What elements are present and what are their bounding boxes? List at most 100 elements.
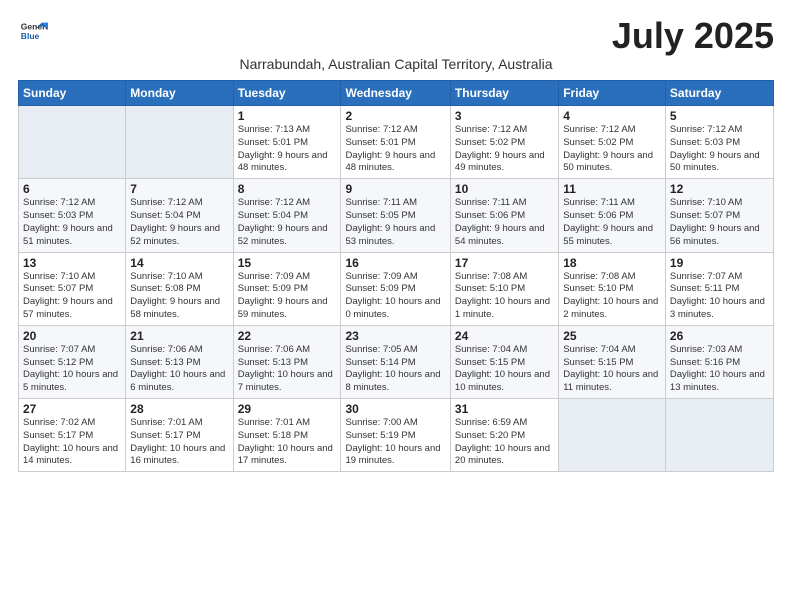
svg-text:Blue: Blue [21, 31, 40, 41]
day-number: 1 [238, 109, 337, 123]
day-info: Sunrise: 7:11 AM Sunset: 5:05 PM Dayligh… [345, 197, 445, 248]
calendar-cell: 9Sunrise: 7:11 AM Sunset: 5:05 PM Daylig… [341, 179, 450, 252]
day-info: Sunrise: 7:12 AM Sunset: 5:04 PM Dayligh… [238, 197, 337, 248]
logo-icon: General Blue [20, 18, 48, 46]
day-number: 19 [670, 256, 769, 270]
header: General Blue July 2025 [18, 18, 774, 54]
calendar-cell: 17Sunrise: 7:08 AM Sunset: 5:10 PM Dayli… [450, 252, 558, 325]
calendar-cell: 30Sunrise: 7:00 AM Sunset: 5:19 PM Dayli… [341, 399, 450, 472]
day-number: 15 [238, 256, 337, 270]
calendar-cell: 26Sunrise: 7:03 AM Sunset: 5:16 PM Dayli… [665, 325, 773, 398]
day-info: Sunrise: 7:09 AM Sunset: 5:09 PM Dayligh… [238, 271, 337, 322]
day-number: 20 [23, 329, 121, 343]
day-info: Sunrise: 7:06 AM Sunset: 5:13 PM Dayligh… [130, 344, 228, 395]
day-info: Sunrise: 7:07 AM Sunset: 5:12 PM Dayligh… [23, 344, 121, 395]
calendar-cell [126, 106, 233, 179]
day-number: 16 [345, 256, 445, 270]
day-info: Sunrise: 7:12 AM Sunset: 5:03 PM Dayligh… [23, 197, 121, 248]
day-number: 12 [670, 182, 769, 196]
day-info: Sunrise: 7:09 AM Sunset: 5:09 PM Dayligh… [345, 271, 445, 322]
day-number: 24 [455, 329, 554, 343]
day-info: Sunrise: 7:03 AM Sunset: 5:16 PM Dayligh… [670, 344, 769, 395]
calendar-cell: 27Sunrise: 7:02 AM Sunset: 5:17 PM Dayli… [19, 399, 126, 472]
subtitle: Narrabundah, Australian Capital Territor… [18, 56, 774, 72]
calendar-cell: 29Sunrise: 7:01 AM Sunset: 5:18 PM Dayli… [233, 399, 341, 472]
day-info: Sunrise: 7:08 AM Sunset: 5:10 PM Dayligh… [563, 271, 661, 322]
header-tuesday: Tuesday [233, 81, 341, 106]
day-number: 4 [563, 109, 661, 123]
day-number: 3 [455, 109, 554, 123]
header-wednesday: Wednesday [341, 81, 450, 106]
calendar-cell: 2Sunrise: 7:12 AM Sunset: 5:01 PM Daylig… [341, 106, 450, 179]
calendar-cell: 23Sunrise: 7:05 AM Sunset: 5:14 PM Dayli… [341, 325, 450, 398]
header-sunday: Sunday [19, 81, 126, 106]
calendar-cell: 14Sunrise: 7:10 AM Sunset: 5:08 PM Dayli… [126, 252, 233, 325]
day-info: Sunrise: 7:12 AM Sunset: 5:02 PM Dayligh… [455, 124, 554, 175]
day-info: Sunrise: 7:13 AM Sunset: 5:01 PM Dayligh… [238, 124, 337, 175]
calendar-cell: 8Sunrise: 7:12 AM Sunset: 5:04 PM Daylig… [233, 179, 341, 252]
day-info: Sunrise: 7:12 AM Sunset: 5:03 PM Dayligh… [670, 124, 769, 175]
calendar-cell: 3Sunrise: 7:12 AM Sunset: 5:02 PM Daylig… [450, 106, 558, 179]
day-info: Sunrise: 7:10 AM Sunset: 5:08 PM Dayligh… [130, 271, 228, 322]
page: General Blue July 2025 Narrabundah, Aust… [0, 0, 792, 612]
day-number: 18 [563, 256, 661, 270]
day-number: 11 [563, 182, 661, 196]
day-number: 7 [130, 182, 228, 196]
day-number: 28 [130, 402, 228, 416]
day-number: 31 [455, 402, 554, 416]
calendar-cell: 21Sunrise: 7:06 AM Sunset: 5:13 PM Dayli… [126, 325, 233, 398]
day-number: 9 [345, 182, 445, 196]
day-info: Sunrise: 6:59 AM Sunset: 5:20 PM Dayligh… [455, 417, 554, 468]
calendar-cell: 24Sunrise: 7:04 AM Sunset: 5:15 PM Dayli… [450, 325, 558, 398]
day-info: Sunrise: 7:12 AM Sunset: 5:02 PM Dayligh… [563, 124, 661, 175]
day-info: Sunrise: 7:00 AM Sunset: 5:19 PM Dayligh… [345, 417, 445, 468]
calendar-cell: 12Sunrise: 7:10 AM Sunset: 5:07 PM Dayli… [665, 179, 773, 252]
weekday-header-row: Sunday Monday Tuesday Wednesday Thursday… [19, 81, 774, 106]
calendar-cell: 10Sunrise: 7:11 AM Sunset: 5:06 PM Dayli… [450, 179, 558, 252]
day-info: Sunrise: 7:04 AM Sunset: 5:15 PM Dayligh… [563, 344, 661, 395]
calendar-week-row: 6Sunrise: 7:12 AM Sunset: 5:03 PM Daylig… [19, 179, 774, 252]
header-saturday: Saturday [665, 81, 773, 106]
calendar: Sunday Monday Tuesday Wednesday Thursday… [18, 80, 774, 472]
day-info: Sunrise: 7:08 AM Sunset: 5:10 PM Dayligh… [455, 271, 554, 322]
calendar-cell: 25Sunrise: 7:04 AM Sunset: 5:15 PM Dayli… [559, 325, 666, 398]
day-number: 23 [345, 329, 445, 343]
day-number: 27 [23, 402, 121, 416]
day-number: 6 [23, 182, 121, 196]
day-number: 2 [345, 109, 445, 123]
day-info: Sunrise: 7:01 AM Sunset: 5:18 PM Dayligh… [238, 417, 337, 468]
calendar-cell [19, 106, 126, 179]
calendar-cell: 1Sunrise: 7:13 AM Sunset: 5:01 PM Daylig… [233, 106, 341, 179]
day-info: Sunrise: 7:12 AM Sunset: 5:04 PM Dayligh… [130, 197, 228, 248]
calendar-cell: 15Sunrise: 7:09 AM Sunset: 5:09 PM Dayli… [233, 252, 341, 325]
calendar-cell: 5Sunrise: 7:12 AM Sunset: 5:03 PM Daylig… [665, 106, 773, 179]
day-info: Sunrise: 7:10 AM Sunset: 5:07 PM Dayligh… [670, 197, 769, 248]
day-info: Sunrise: 7:05 AM Sunset: 5:14 PM Dayligh… [345, 344, 445, 395]
calendar-cell: 13Sunrise: 7:10 AM Sunset: 5:07 PM Dayli… [19, 252, 126, 325]
day-number: 17 [455, 256, 554, 270]
calendar-cell: 18Sunrise: 7:08 AM Sunset: 5:10 PM Dayli… [559, 252, 666, 325]
calendar-week-row: 13Sunrise: 7:10 AM Sunset: 5:07 PM Dayli… [19, 252, 774, 325]
day-number: 14 [130, 256, 228, 270]
calendar-week-row: 1Sunrise: 7:13 AM Sunset: 5:01 PM Daylig… [19, 106, 774, 179]
calendar-cell [559, 399, 666, 472]
day-number: 13 [23, 256, 121, 270]
header-monday: Monday [126, 81, 233, 106]
header-friday: Friday [559, 81, 666, 106]
logo: General Blue [18, 18, 48, 46]
calendar-cell: 19Sunrise: 7:07 AM Sunset: 5:11 PM Dayli… [665, 252, 773, 325]
calendar-cell: 28Sunrise: 7:01 AM Sunset: 5:17 PM Dayli… [126, 399, 233, 472]
day-info: Sunrise: 7:10 AM Sunset: 5:07 PM Dayligh… [23, 271, 121, 322]
calendar-cell: 20Sunrise: 7:07 AM Sunset: 5:12 PM Dayli… [19, 325, 126, 398]
calendar-week-row: 20Sunrise: 7:07 AM Sunset: 5:12 PM Dayli… [19, 325, 774, 398]
day-info: Sunrise: 7:07 AM Sunset: 5:11 PM Dayligh… [670, 271, 769, 322]
day-number: 10 [455, 182, 554, 196]
calendar-cell: 7Sunrise: 7:12 AM Sunset: 5:04 PM Daylig… [126, 179, 233, 252]
calendar-cell: 22Sunrise: 7:06 AM Sunset: 5:13 PM Dayli… [233, 325, 341, 398]
day-info: Sunrise: 7:12 AM Sunset: 5:01 PM Dayligh… [345, 124, 445, 175]
day-info: Sunrise: 7:01 AM Sunset: 5:17 PM Dayligh… [130, 417, 228, 468]
calendar-cell [665, 399, 773, 472]
day-number: 29 [238, 402, 337, 416]
calendar-cell: 11Sunrise: 7:11 AM Sunset: 5:06 PM Dayli… [559, 179, 666, 252]
calendar-cell: 6Sunrise: 7:12 AM Sunset: 5:03 PM Daylig… [19, 179, 126, 252]
